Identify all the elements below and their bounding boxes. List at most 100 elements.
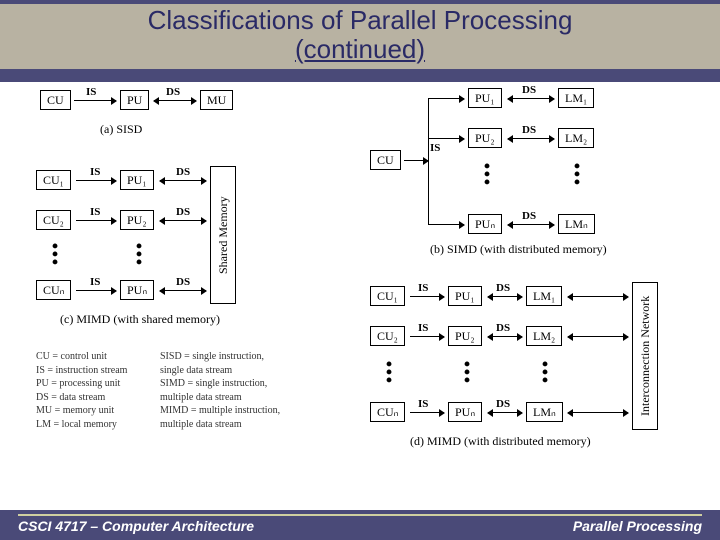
simd-pu1-in: [428, 98, 464, 99]
mimd-sm-is2-label: IS: [90, 206, 100, 218]
legend-item: single data stream: [160, 364, 280, 378]
mimd-dm-ds1l: [488, 296, 522, 297]
arrow-mimd-sm-ds2l: [160, 220, 206, 221]
sisd-is-label: IS: [86, 86, 96, 98]
mimd-sm-is1-label: IS: [90, 166, 100, 178]
simd-pun-in: [428, 224, 464, 225]
caption-a: (a) SISD: [100, 122, 142, 137]
simd-ds1l: [508, 98, 554, 99]
mimd-dm-ds2-label: DS: [496, 322, 510, 334]
mimd-sm-dsn-label: DS: [176, 276, 190, 288]
mimd-dm-cu2: CU₂: [370, 326, 405, 346]
mimd-dm-lm1: LM₁: [526, 286, 562, 306]
simd-cu-out: [404, 160, 428, 161]
legend-item: SIMD = single instruction,: [160, 377, 280, 391]
simd-pu2: PU₂: [468, 128, 502, 148]
legend-item: MU = memory unit: [36, 404, 127, 418]
content-area: CU IS PU DS MU (a) SISD CU₁ IS PU₁ DS CU…: [0, 82, 720, 510]
title-line1: Classifications of Parallel Processing: [148, 5, 573, 35]
simd-dsnl: [508, 224, 554, 225]
arrow-mimd-sm-is2: [76, 220, 116, 221]
shared-memory-box: Shared Memory: [210, 166, 236, 304]
mimd-sm-pu2: PU₂: [120, 210, 154, 230]
simd-pun: PUₙ: [468, 214, 502, 234]
mimd-dm-vdots-lm: •••: [540, 360, 550, 384]
footer: CSCI 4717 – Computer Architecture Parall…: [0, 512, 720, 540]
sisd-mu-box: MU: [200, 90, 233, 110]
simd-is-label: IS: [430, 142, 440, 154]
caption-b: (b) SIMD (with distributed memory): [430, 242, 607, 257]
legend-right: SISD = single instruction, single data s…: [160, 350, 280, 431]
mimd-sm-ds2-label: DS: [176, 206, 190, 218]
mimd-sm-cu2: CU₂: [36, 210, 71, 230]
mimd-dm-lmn: LMₙ: [526, 402, 563, 422]
arrow-sisd-is: [74, 100, 116, 101]
simd-lmn: LMₙ: [558, 214, 595, 234]
mimd-dm-vdots-pu: •••: [462, 360, 472, 384]
arrow-sisd-ds-l: [154, 100, 196, 101]
mimd-dm-cun: CUₙ: [370, 402, 405, 422]
mimd-dm-net1l: [568, 296, 628, 297]
simd-vdots-lm: •••: [572, 162, 582, 186]
sisd-ds-label: DS: [166, 86, 180, 98]
mimd-sm-ds1-label: DS: [176, 166, 190, 178]
mimd-sm-isn-label: IS: [90, 276, 100, 288]
simd-lm2: LM₂: [558, 128, 594, 148]
mimd-dm-lm2: LM₂: [526, 326, 562, 346]
slide: Classifications of Parallel Processing (…: [0, 0, 720, 540]
mimd-dm-pu2: PU₂: [448, 326, 482, 346]
footer-right: Parallel Processing: [573, 518, 702, 534]
legend-item: MIMD = multiple instruction,: [160, 404, 280, 418]
legend-item: IS = instruction stream: [36, 364, 127, 378]
simd-vdots-pu: •••: [482, 162, 492, 186]
mimd-sm-cun: CUₙ: [36, 280, 71, 300]
footer-left: CSCI 4717 – Computer Architecture: [18, 518, 254, 534]
legend-left: CU = control unit IS = instruction strea…: [36, 350, 127, 431]
caption-c: (c) MIMD (with shared memory): [60, 312, 220, 327]
mimd-dm-isn-label: IS: [418, 398, 428, 410]
simd-lm1: LM₁: [558, 88, 594, 108]
interconnection-network-box: Interconnection Network: [632, 282, 658, 430]
mimd-dm-pu1: PU₁: [448, 286, 482, 306]
arrow-mimd-sm-dsnl: [160, 290, 206, 291]
mimd-dm-is2-label: IS: [418, 322, 428, 334]
mimd-dm-dsn-label: DS: [496, 398, 510, 410]
mimd-dm-vdots-cu: •••: [384, 360, 394, 384]
mimd-dm-ds1-label: DS: [496, 282, 510, 294]
mimd-dm-is1-label: IS: [418, 282, 428, 294]
legend-item: LM = local memory: [36, 418, 127, 432]
mimd-dm-is1: [410, 296, 444, 297]
mimd-dm-isn: [410, 412, 444, 413]
simd-cu-box: CU: [370, 150, 401, 170]
sisd-pu-box: PU: [120, 90, 149, 110]
mimd-sm-pu1: PU₁: [120, 170, 154, 190]
mimd-sm-vdots-cu: •••: [50, 242, 60, 266]
arrow-mimd-sm-is1: [76, 180, 116, 181]
simd-pu2-in: [428, 138, 464, 139]
simd-pu1: PU₁: [468, 88, 502, 108]
mimd-dm-net2l: [568, 336, 628, 337]
slide-title: Classifications of Parallel Processing (…: [0, 4, 720, 69]
mimd-dm-pun: PUₙ: [448, 402, 482, 422]
mimd-dm-netnl: [568, 412, 628, 413]
mimd-dm-dsnl: [488, 412, 522, 413]
legend-item: multiple data stream: [160, 391, 280, 405]
figure-canvas: CU IS PU DS MU (a) SISD CU₁ IS PU₁ DS CU…: [0, 82, 720, 510]
simd-dsn-label: DS: [522, 210, 536, 222]
simd-ds2-label: DS: [522, 124, 536, 136]
mimd-sm-pun: PUₙ: [120, 280, 154, 300]
mimd-sm-vdots-pu: •••: [134, 242, 144, 266]
simd-ds2l: [508, 138, 554, 139]
arrow-mimd-sm-isn: [76, 290, 116, 291]
legend-item: CU = control unit: [36, 350, 127, 364]
mimd-dm-is2: [410, 336, 444, 337]
legend-item: DS = data stream: [36, 391, 127, 405]
caption-d: (d) MIMD (with distributed memory): [410, 434, 591, 449]
title-area: Classifications of Parallel Processing (…: [0, 0, 720, 80]
mimd-sm-cu1: CU₁: [36, 170, 71, 190]
legend-item: PU = processing unit: [36, 377, 127, 391]
mimd-dm-ds2l: [488, 336, 522, 337]
title-line2: (continued): [295, 34, 425, 64]
legend-item: SISD = single instruction,: [160, 350, 280, 364]
simd-ds1-label: DS: [522, 84, 536, 96]
